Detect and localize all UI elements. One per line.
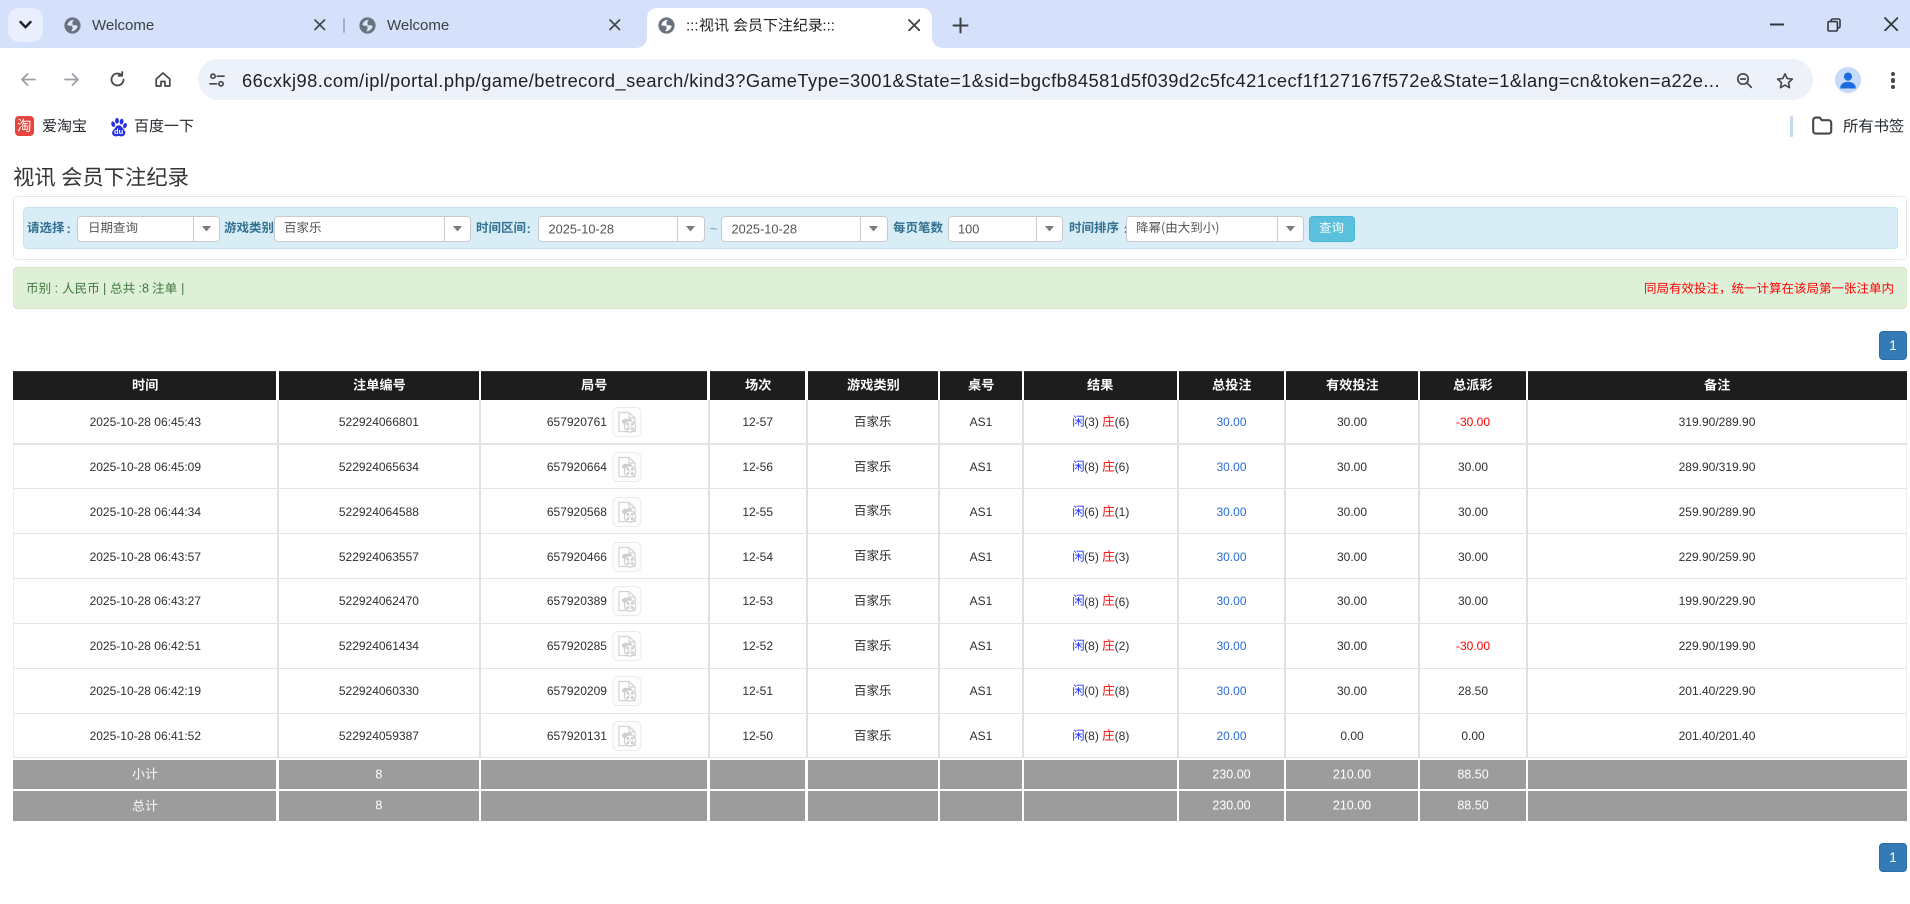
svg-text:du: du xyxy=(114,127,124,136)
